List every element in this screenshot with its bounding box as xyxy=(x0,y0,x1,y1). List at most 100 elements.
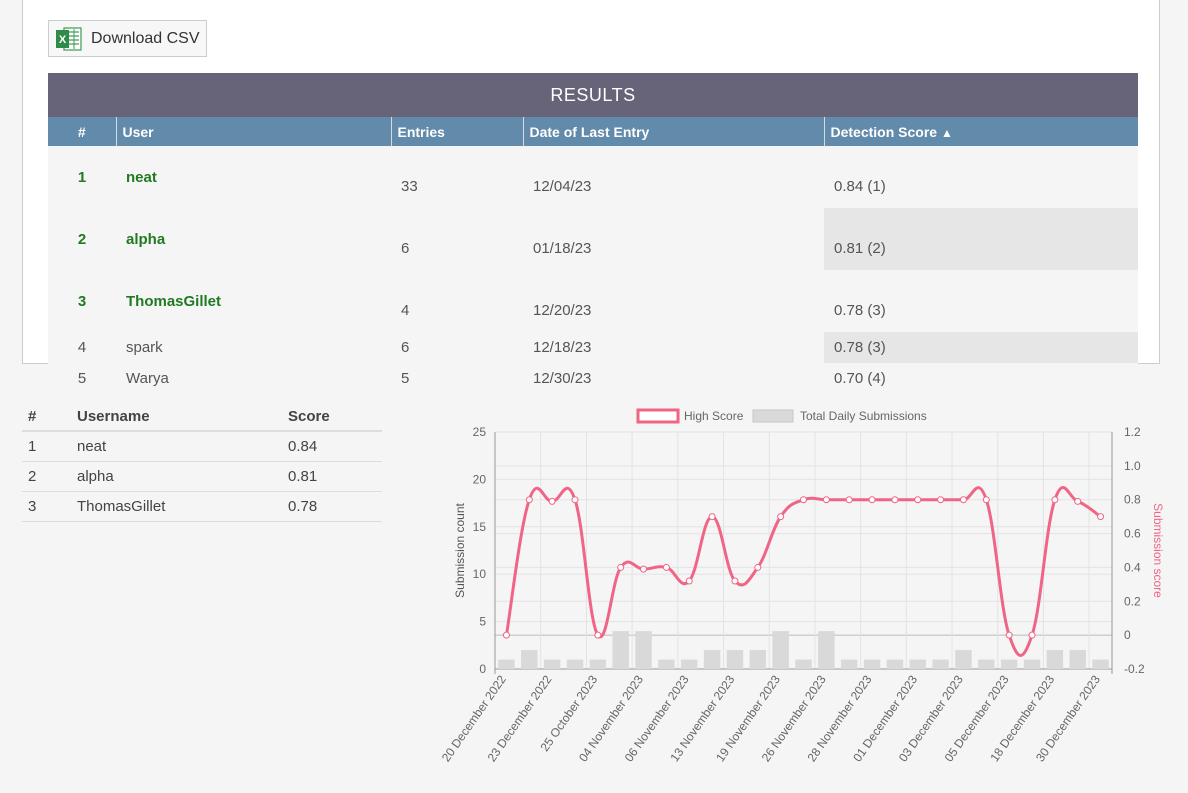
bar xyxy=(932,659,949,669)
high-score-point xyxy=(525,496,533,504)
col-date[interactable]: Date of Last Entry xyxy=(522,117,824,146)
row-date: 12/20/23 xyxy=(523,270,824,332)
lb-score: 0.78 xyxy=(282,491,382,522)
row-date: 12/30/23 xyxy=(523,363,824,394)
row-rank: 3 xyxy=(48,270,116,332)
high-score-point xyxy=(731,577,739,585)
high-score-point xyxy=(502,631,510,639)
lb-rank: 2 xyxy=(22,461,71,492)
high-score-point xyxy=(959,496,967,504)
row-user[interactable]: spark xyxy=(116,332,391,363)
high-score-point xyxy=(754,563,762,571)
lb-col-score: Score xyxy=(282,402,382,432)
lb-rank: 1 xyxy=(22,431,71,462)
y-left-tick: 20 xyxy=(473,472,487,486)
row-date: 12/18/23 xyxy=(523,332,824,363)
excel-icon: X xyxy=(55,26,83,52)
table-row: 2 alpha 6 01/18/23 0.81 (2) xyxy=(48,208,1138,270)
high-score-point xyxy=(1051,496,1059,504)
lb-col-rank: # xyxy=(22,402,71,432)
row-score: 0.78 (3) xyxy=(824,270,1138,332)
row-date: 01/18/23 xyxy=(523,208,824,270)
row-date: 12/04/23 xyxy=(523,146,824,208)
list-item: 2 alpha 0.81 xyxy=(22,461,382,492)
table-row: 4 spark 6 12/18/23 0.78 (3) xyxy=(48,332,1138,363)
lb-user: neat xyxy=(71,431,282,462)
lb-score: 0.84 xyxy=(282,431,382,462)
bar xyxy=(566,659,584,669)
download-csv-button[interactable]: X Download CSV xyxy=(48,20,207,57)
high-score-point xyxy=(617,563,625,571)
bar xyxy=(635,631,652,669)
y-right-tick: -0.2 xyxy=(1124,662,1145,676)
bar xyxy=(703,650,721,669)
row-rank: 5 xyxy=(48,363,116,394)
row-entries: 4 xyxy=(391,270,523,332)
y-right-tick: 1.2 xyxy=(1124,425,1141,439)
y-left-tick: 25 xyxy=(473,425,487,439)
lb-score: 0.81 xyxy=(282,461,382,492)
col-rank[interactable]: # xyxy=(48,117,116,146)
high-score-point xyxy=(1005,631,1013,639)
high-score-point xyxy=(822,496,830,504)
row-rank: 4 xyxy=(48,332,116,363)
row-score: 0.70 (4) xyxy=(824,363,1138,394)
lb-col-username: Username xyxy=(71,402,282,432)
row-score: 0.78 (3) xyxy=(824,332,1138,363)
high-score-point xyxy=(937,496,945,504)
row-entries: 33 xyxy=(391,146,523,208)
bar xyxy=(726,650,744,669)
col-entries[interactable]: Entries xyxy=(390,117,523,146)
bar xyxy=(589,659,607,669)
bar xyxy=(749,650,767,669)
sort-asc-icon: ▲ xyxy=(940,125,953,140)
bar xyxy=(909,659,926,669)
col-score[interactable]: Detection Score ▲ xyxy=(823,117,1138,146)
high-score-line xyxy=(504,486,1102,657)
y-left-tick: 10 xyxy=(473,567,487,581)
row-user[interactable]: ThomasGillet xyxy=(116,270,391,332)
row-entries: 6 xyxy=(391,208,523,270)
col-user[interactable]: User xyxy=(115,117,391,146)
high-score-point xyxy=(1074,497,1082,505)
row-user[interactable]: alpha xyxy=(116,208,391,270)
y-left-title: Submission count xyxy=(453,502,467,597)
row-user[interactable]: Warya xyxy=(116,363,391,394)
bar xyxy=(543,659,561,669)
high-score-point xyxy=(777,513,785,521)
high-score-point xyxy=(685,577,693,585)
bar xyxy=(521,650,538,669)
row-entries: 6 xyxy=(391,332,523,363)
bar xyxy=(886,659,904,669)
bar xyxy=(1023,659,1041,669)
row-rank: 1 xyxy=(48,146,116,208)
y-right-tick: 0.2 xyxy=(1124,594,1141,608)
legend-swatch-submissions xyxy=(752,409,794,423)
row-user[interactable]: neat xyxy=(116,146,391,208)
high-score-point xyxy=(548,497,556,505)
bar xyxy=(1000,659,1018,669)
bar xyxy=(772,631,789,669)
bar xyxy=(863,659,881,669)
y-right-tick: 0 xyxy=(1124,628,1131,642)
lb-user: ThomasGillet xyxy=(71,491,282,522)
high-score-point xyxy=(1028,631,1036,639)
bar xyxy=(612,631,629,669)
row-rank: 2 xyxy=(48,208,116,270)
y-left-tick: 15 xyxy=(473,520,487,534)
table-row: 3 ThomasGillet 4 12/20/23 0.78 (3) xyxy=(48,270,1138,332)
row-entries: 5 xyxy=(391,363,523,394)
bar xyxy=(1092,659,1109,669)
bar xyxy=(818,631,835,669)
high-score-point xyxy=(914,496,922,504)
y-right-tick: 1.0 xyxy=(1124,459,1141,473)
list-item: 3 ThomasGillet 0.78 xyxy=(22,491,382,522)
high-score-point xyxy=(845,496,853,504)
lb-rank: 3 xyxy=(22,491,71,522)
row-score: 0.81 (2) xyxy=(824,208,1138,270)
y-right-tick: 0.8 xyxy=(1124,493,1141,507)
y-right-tick: 0.4 xyxy=(1124,560,1141,574)
results-panel: X Download CSV RESULTS # User Entries Da… xyxy=(22,0,1160,394)
bar xyxy=(955,650,972,669)
bar xyxy=(978,659,995,669)
